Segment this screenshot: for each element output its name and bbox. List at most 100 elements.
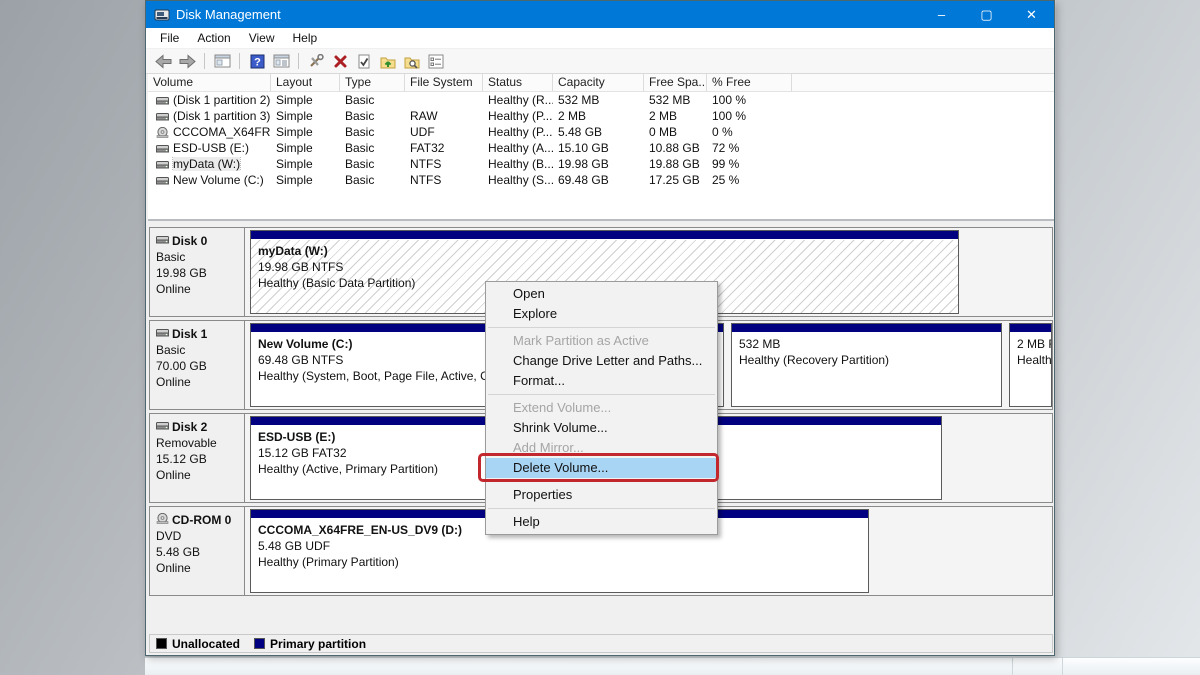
delete-x-icon[interactable] — [331, 53, 349, 69]
console-window-icon[interactable] — [213, 53, 231, 69]
partition-detail: Health — [1017, 352, 1051, 368]
legend-item-unallocated: Unallocated — [156, 637, 240, 651]
volume-row[interactable]: myData (W:)SimpleBasicNTFSHealthy (B...1… — [148, 156, 1054, 172]
menu-item-properties[interactable]: Properties — [486, 485, 717, 505]
disk-name: Disk 1 — [156, 326, 240, 342]
volume-cell: Basic — [340, 109, 405, 123]
disk-attribute: Online — [156, 281, 240, 297]
menu-item-mark-partition-as-active: Mark Partition as Active — [486, 331, 717, 351]
legend-bar: UnallocatedPrimary partition — [149, 634, 1053, 653]
volume-row[interactable]: ESD-USB (E:)SimpleBasicFAT32Healthy (A..… — [148, 140, 1054, 156]
volume-name-cell: New Volume (C:) — [148, 173, 271, 187]
volume-cell: 19.88 GB — [644, 157, 707, 171]
disk-label[interactable]: Disk 0Basic19.98 GBOnline — [150, 228, 245, 316]
partition-box[interactable]: 532 MBHealthy (Recovery Partition) — [731, 323, 1002, 407]
disk-drive-icon — [156, 159, 169, 170]
tools-icon[interactable] — [307, 53, 325, 69]
volume-name-text: (Disk 1 partition 2) — [173, 93, 270, 107]
volume-cell: 15.10 GB — [553, 141, 644, 155]
menu-item-change-drive-letter-and-paths[interactable]: Change Drive Letter and Paths... — [486, 351, 717, 371]
menubar-item-help[interactable]: Help — [284, 28, 327, 49]
volume-row[interactable]: CCCOMA_X64FRE...SimpleBasicUDFHealthy (P… — [148, 124, 1054, 140]
disk-attribute: Online — [156, 560, 240, 576]
volume-list-header: VolumeLayoutTypeFile SystemStatusCapacit… — [148, 74, 1054, 92]
column-header---free[interactable]: % Free — [707, 74, 792, 91]
partition-info: 2 MB RHealth — [1010, 333, 1051, 406]
volume-cell: 100 % — [707, 93, 792, 107]
check-document-icon[interactable] — [355, 53, 373, 69]
volume-cell: 0 % — [707, 125, 792, 139]
disk-drive-icon — [156, 419, 169, 435]
column-header-file-system[interactable]: File System — [405, 74, 483, 91]
column-header-capacity[interactable]: Capacity — [553, 74, 644, 91]
volume-name-cell: (Disk 1 partition 3) — [148, 109, 271, 123]
close-button[interactable]: ✕ — [1009, 1, 1054, 28]
menubar-item-file[interactable]: File — [151, 28, 188, 49]
folder-up-icon[interactable] — [379, 53, 397, 69]
volume-cell: NTFS — [405, 157, 483, 171]
volume-cell: 72 % — [707, 141, 792, 155]
folder-search-icon[interactable] — [403, 53, 421, 69]
volume-name-cell: myData (W:) — [148, 157, 271, 171]
disk-attribute: 15.12 GB — [156, 451, 240, 467]
volume-list-rows: (Disk 1 partition 2)SimpleBasicHealthy (… — [148, 92, 1054, 188]
menu-item-delete-volume[interactable]: Delete Volume... — [486, 458, 717, 478]
volume-cell: 69.48 GB — [553, 173, 644, 187]
primary-partition-stripe — [732, 324, 1001, 333]
disk-attribute: 70.00 GB — [156, 358, 240, 374]
menu-separator — [488, 327, 715, 328]
properties-icon[interactable] — [427, 53, 445, 69]
volume-row[interactable]: New Volume (C:)SimpleBasicNTFSHealthy (S… — [148, 172, 1054, 188]
volume-cell: 2 MB — [644, 109, 707, 123]
volume-cell: 10.88 GB — [644, 141, 707, 155]
disk-name: Disk 0 — [156, 233, 240, 249]
forward-icon[interactable] — [178, 53, 196, 69]
toolbar-separator — [298, 53, 299, 69]
disk-attribute: DVD — [156, 528, 240, 544]
menu-item-shrink-volume[interactable]: Shrink Volume... — [486, 418, 717, 438]
volume-cell: Simple — [271, 141, 340, 155]
volume-cell: Basic — [340, 141, 405, 155]
legend-swatch — [156, 638, 167, 649]
disk-label[interactable]: CD-ROM 0DVD5.48 GBOnline — [150, 507, 245, 595]
disk-label[interactable]: Disk 1Basic70.00 GBOnline — [150, 321, 245, 409]
back-icon[interactable] — [154, 53, 172, 69]
partition-info: 532 MBHealthy (Recovery Partition) — [732, 333, 1001, 406]
maximize-button[interactable]: ▢ — [964, 1, 1009, 28]
volume-cell: Basic — [340, 173, 405, 187]
primary-partition-stripe — [251, 231, 958, 240]
svg-text:?: ? — [254, 56, 261, 68]
volume-cell: Simple — [271, 125, 340, 139]
volume-cell: 99 % — [707, 157, 792, 171]
volume-row[interactable]: (Disk 1 partition 2)SimpleBasicHealthy (… — [148, 92, 1054, 108]
column-header-volume[interactable]: Volume — [148, 74, 271, 91]
partition-detail: Healthy (Recovery Partition) — [739, 352, 1001, 368]
menu-item-explore[interactable]: Explore — [486, 304, 717, 324]
menubar-item-view[interactable]: View — [240, 28, 284, 49]
titlebar: Disk Management – ▢ ✕ — [146, 1, 1054, 28]
menu-item-help[interactable]: Help — [486, 512, 717, 532]
screenshot-stage: Disk Management – ▢ ✕ FileActionViewHelp… — [0, 0, 1200, 675]
help-icon[interactable]: ? — [248, 53, 266, 69]
disk-attribute: 19.98 GB — [156, 265, 240, 281]
disk-label[interactable]: Disk 2Removable15.12 GBOnline — [150, 414, 245, 502]
volume-cell: FAT32 — [405, 141, 483, 155]
partition-box[interactable]: 2 MB RHealth — [1009, 323, 1052, 407]
partition-title: 2 MB R — [1017, 336, 1051, 352]
console-tree-icon[interactable] — [272, 53, 290, 69]
menu-item-format[interactable]: Format... — [486, 371, 717, 391]
volume-cell: Basic — [340, 125, 405, 139]
column-header-type[interactable]: Type — [340, 74, 405, 91]
volume-row[interactable]: (Disk 1 partition 3)SimpleBasicRAWHealth… — [148, 108, 1054, 124]
column-header-layout[interactable]: Layout — [271, 74, 340, 91]
minimize-button[interactable]: – — [919, 1, 964, 28]
menu-item-open[interactable]: Open — [486, 284, 717, 304]
column-header-filler — [792, 74, 1053, 91]
menubar-item-action[interactable]: Action — [188, 28, 239, 49]
column-header-free-spa---[interactable]: Free Spa... — [644, 74, 707, 91]
volume-name-text: New Volume (C:) — [173, 173, 264, 187]
disk-attribute: Removable — [156, 435, 240, 451]
volume-cell: 19.98 GB — [553, 157, 644, 171]
partition-detail: 5.48 GB UDF — [258, 538, 868, 554]
column-header-status[interactable]: Status — [483, 74, 553, 91]
